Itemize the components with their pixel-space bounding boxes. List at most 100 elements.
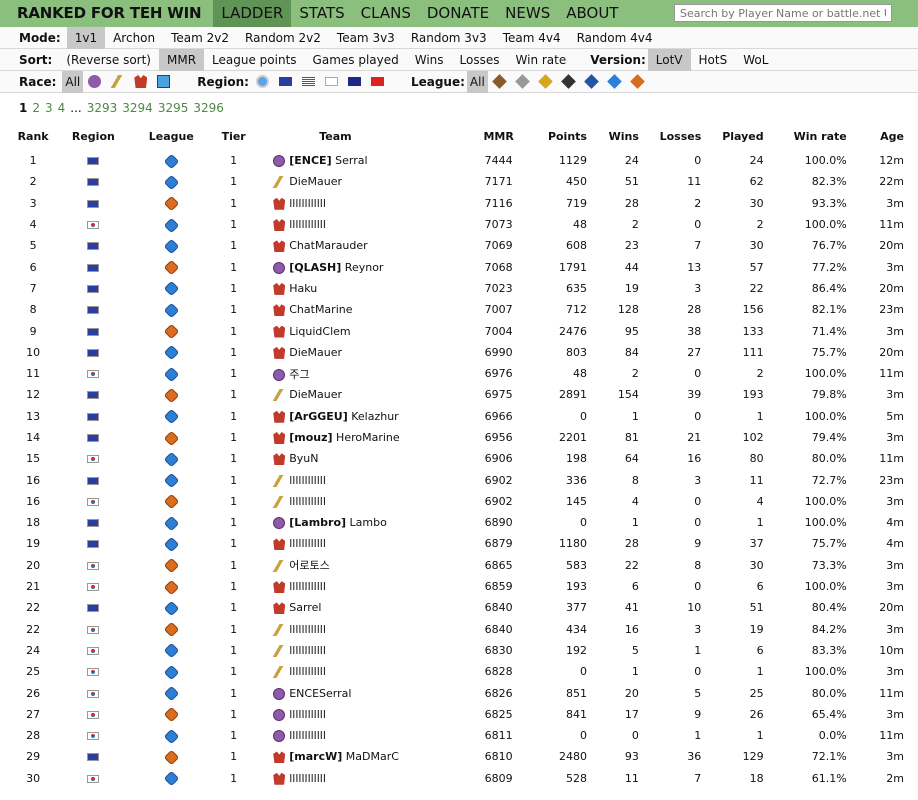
col-header-tier[interactable]: Tier	[218, 122, 249, 150]
mode-option-random-2v2[interactable]: Random 2v2	[237, 27, 329, 49]
version-option-wol[interactable]: WoL	[735, 49, 776, 71]
nav-link-news[interactable]: NEWS	[497, 0, 558, 27]
sort-option-games-played[interactable]: Games played	[305, 49, 407, 71]
team-cell[interactable]: DieMauer	[249, 171, 472, 192]
team-cell[interactable]: llllllllllll	[249, 619, 472, 640]
col-header-rank[interactable]: Rank	[4, 122, 62, 150]
player-name[interactable]: 주그	[289, 368, 309, 381]
bronze-icon[interactable]	[491, 74, 507, 89]
team-cell[interactable]: Sarrel	[249, 597, 472, 618]
player-name[interactable]: MaDMarC	[346, 750, 399, 763]
col-header-wins[interactable]: Wins	[587, 122, 639, 150]
team-cell[interactable]: llllllllllll	[249, 491, 472, 512]
player-name[interactable]: DieMauer	[289, 346, 342, 359]
clan-tag[interactable]: [ArGGEU]	[289, 410, 348, 423]
terran-icon[interactable]	[134, 75, 148, 88]
nav-link-ladder[interactable]: LADDER	[213, 0, 292, 27]
player-name[interactable]: ENCESerral	[289, 687, 351, 700]
player-name[interactable]: llllllllllll	[289, 495, 326, 508]
team-cell[interactable]: ChatMarauder	[249, 235, 472, 256]
col-header-age[interactable]: Age	[847, 122, 904, 150]
col-header-played[interactable]: Played	[701, 122, 763, 150]
page-link-2[interactable]: 2	[32, 101, 40, 115]
protoss-icon[interactable]	[111, 75, 125, 88]
player-name[interactable]: llllllllllll	[289, 623, 326, 636]
clan-tag[interactable]: [marcW]	[289, 750, 342, 763]
platinum-icon[interactable]	[560, 74, 576, 89]
random-icon[interactable]	[157, 75, 171, 88]
player-name[interactable]: ChatMarine	[289, 303, 352, 316]
player-name[interactable]: LiquidClem	[289, 325, 350, 338]
player-name[interactable]: llllllllllll	[289, 474, 326, 487]
mode-option-archon[interactable]: Archon	[105, 27, 163, 49]
race-all-option[interactable]: All	[62, 70, 84, 93]
team-cell[interactable]: llllllllllll	[249, 725, 472, 746]
player-name[interactable]: 어로토스	[289, 559, 329, 572]
team-cell[interactable]: [marcW] MaDMarC	[249, 746, 472, 767]
team-cell[interactable]: [ArGGEU] Kelazhur	[249, 406, 472, 427]
team-cell[interactable]: LiquidClem	[249, 320, 472, 341]
player-name[interactable]: llllllllllll	[289, 644, 326, 657]
diamond-icon[interactable]	[583, 74, 599, 89]
team-cell[interactable]: llllllllllll	[249, 576, 472, 597]
team-cell[interactable]: [QLASH] Reynor	[249, 256, 472, 277]
player-name[interactable]: ByuN	[289, 452, 318, 465]
team-cell[interactable]: ENCESerral	[249, 682, 472, 703]
team-cell[interactable]: llllllllllll	[249, 704, 472, 725]
player-name[interactable]: llllllllllll	[289, 197, 326, 210]
team-cell[interactable]: DieMauer	[249, 384, 472, 405]
col-header-losses[interactable]: Losses	[639, 122, 702, 150]
au-flag-icon[interactable]	[347, 77, 361, 86]
us-flag-icon[interactable]	[301, 77, 315, 86]
eu-flag-icon[interactable]	[278, 77, 292, 86]
mode-option-team-3v3[interactable]: Team 3v3	[329, 27, 403, 49]
page-link-3[interactable]: 3	[45, 101, 53, 115]
player-name[interactable]: llllllllllll	[289, 708, 326, 721]
sort-option-mmr[interactable]: MMR	[159, 48, 205, 71]
col-header-points[interactable]: Points	[525, 122, 587, 150]
player-name[interactable]: llllllllllll	[289, 665, 326, 678]
player-name[interactable]: llllllllllll	[289, 537, 326, 550]
page-link-4[interactable]: 4	[58, 101, 66, 115]
sort-option-wins[interactable]: Wins	[407, 49, 452, 71]
mode-option-team-2v2[interactable]: Team 2v2	[163, 27, 237, 49]
nav-link-stats[interactable]: STATS	[291, 0, 352, 27]
player-name[interactable]: DieMauer	[289, 388, 342, 401]
team-cell[interactable]: ChatMarine	[249, 299, 472, 320]
col-header-team[interactable]: Team	[249, 122, 472, 150]
player-name[interactable]: HeroMarine	[336, 431, 400, 444]
team-cell[interactable]: 어로토스	[249, 555, 472, 576]
clan-tag[interactable]: [mouz]	[289, 431, 332, 444]
mode-option-1v1[interactable]: 1v1	[66, 26, 106, 49]
player-name[interactable]: llllllllllll	[289, 729, 326, 742]
player-name[interactable]: Haku	[289, 282, 317, 295]
player-search-input[interactable]	[674, 4, 892, 22]
gold-icon[interactable]	[537, 74, 553, 89]
grandmaster-icon[interactable]	[629, 74, 645, 89]
clan-tag[interactable]: [ENCE]	[289, 154, 331, 167]
clan-tag[interactable]: [Lambro]	[289, 516, 346, 529]
version-option-lotv[interactable]: LotV	[647, 48, 691, 71]
page-link-3294[interactable]: 3294	[122, 101, 153, 115]
player-name[interactable]: Serral	[335, 154, 367, 167]
clan-tag[interactable]: [QLASH]	[289, 261, 341, 274]
player-name[interactable]: Sarrel	[289, 601, 321, 614]
col-header-mmr[interactable]: MMR	[473, 122, 525, 150]
team-cell[interactable]: llllllllllll	[249, 469, 472, 490]
page-link-3293[interactable]: 3293	[87, 101, 118, 115]
team-cell[interactable]: llllllllllll	[249, 214, 472, 235]
zerg-icon[interactable]	[88, 75, 102, 88]
team-cell[interactable]: llllllllllll	[249, 533, 472, 554]
nav-link-clans[interactable]: CLANS	[353, 0, 419, 27]
globe-icon[interactable]	[255, 75, 269, 88]
version-option-hots[interactable]: HotS	[691, 49, 736, 71]
player-name[interactable]: Kelazhur	[351, 410, 398, 423]
player-name[interactable]: ChatMarauder	[289, 239, 367, 252]
sort-option-win-rate[interactable]: Win rate	[508, 49, 575, 71]
team-cell[interactable]: llllllllllll	[249, 640, 472, 661]
team-cell[interactable]: [ENCE] Serral	[249, 150, 472, 171]
player-name[interactable]: llllllllllll	[289, 580, 326, 593]
team-cell[interactable]: DieMauer	[249, 342, 472, 363]
player-name[interactable]: Lambo	[350, 516, 387, 529]
sort-option-losses[interactable]: Losses	[452, 49, 508, 71]
